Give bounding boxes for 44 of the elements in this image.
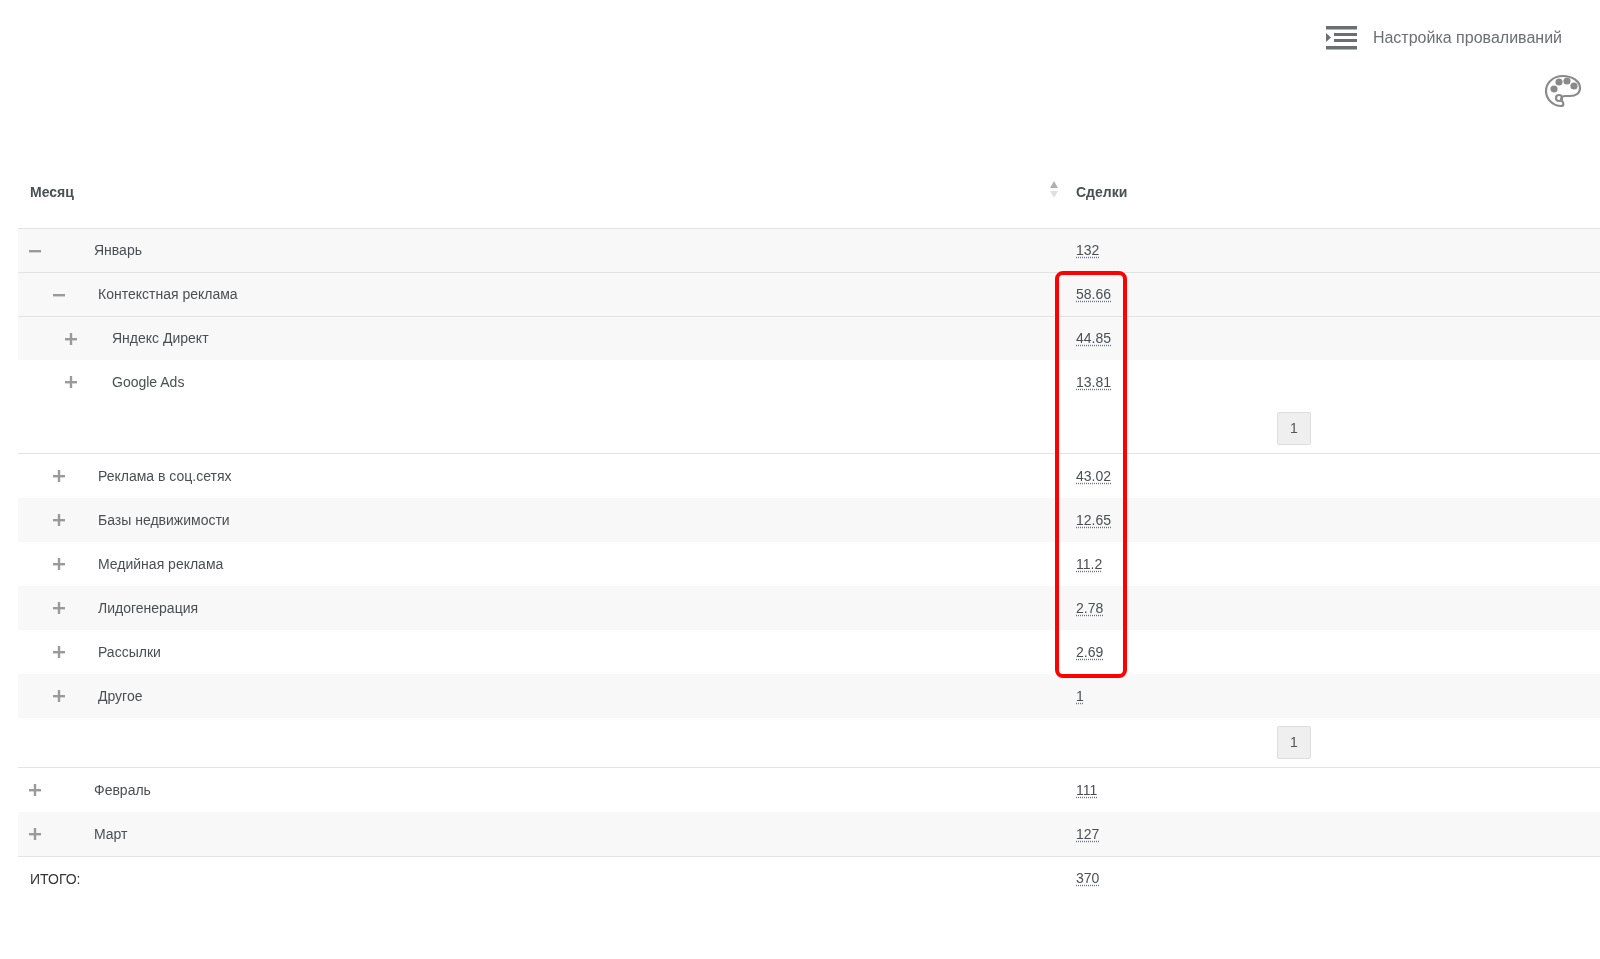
row-label: Базы недвижимости: [98, 510, 230, 530]
palette-icon[interactable]: [1544, 74, 1582, 108]
row-label: Другое: [98, 686, 143, 706]
expand-icon[interactable]: [28, 783, 42, 797]
deals-value: 127: [1076, 824, 1100, 844]
deals-value: 2.69: [1076, 642, 1104, 662]
row-label: Февраль: [94, 780, 151, 800]
deals-value: 1: [1076, 686, 1084, 706]
row-label: Google Ads: [112, 372, 185, 392]
row-label: Яндекс Директ: [112, 329, 209, 348]
drilldown-settings-button[interactable]: Настройка проваливаний: [1325, 26, 1562, 50]
deals-value: 12.65: [1076, 510, 1112, 530]
row-label: Лидогенерация: [98, 598, 199, 618]
row-label: Контекстная реклама: [98, 285, 238, 304]
expand-icon[interactable]: [52, 689, 66, 703]
row-label: Январь: [94, 241, 142, 260]
expand-icon[interactable]: [52, 645, 66, 659]
expand-icon[interactable]: [52, 557, 66, 571]
row-label: Март: [94, 824, 128, 844]
expand-icon[interactable]: [52, 469, 66, 483]
page-button[interactable]: 1: [1277, 726, 1311, 759]
deals-value: 58.66: [1076, 285, 1112, 304]
expand-icon[interactable]: [52, 513, 66, 527]
expand-icon[interactable]: [28, 827, 42, 841]
total-label: ИТОГО:: [30, 870, 81, 887]
expand-icon[interactable]: [64, 331, 78, 346]
deals-value: 2.78: [1076, 598, 1104, 618]
deals-value: 13.81: [1076, 372, 1112, 392]
indent-list-icon: [1325, 26, 1357, 50]
sort-icon[interactable]: [1050, 181, 1058, 199]
expand-icon[interactable]: [52, 601, 66, 615]
deals-value: 44.85: [1076, 329, 1112, 348]
page-button[interactable]: 1: [1277, 412, 1311, 445]
expand-icon[interactable]: [64, 375, 78, 389]
deals-value: 111: [1076, 780, 1098, 800]
row-label: Медийная реклама: [98, 554, 224, 574]
deals-value: 11.2: [1076, 554, 1103, 574]
column-header: Месяц: [30, 182, 74, 202]
row-label: Рассылки: [98, 642, 161, 662]
deals-value: 132: [1076, 241, 1100, 260]
column-header: Сделки: [1076, 182, 1128, 202]
total-value: 370: [1076, 869, 1100, 888]
row-label: Реклама в соц.сетях: [98, 466, 232, 486]
deals-value: 43.02: [1076, 466, 1112, 486]
